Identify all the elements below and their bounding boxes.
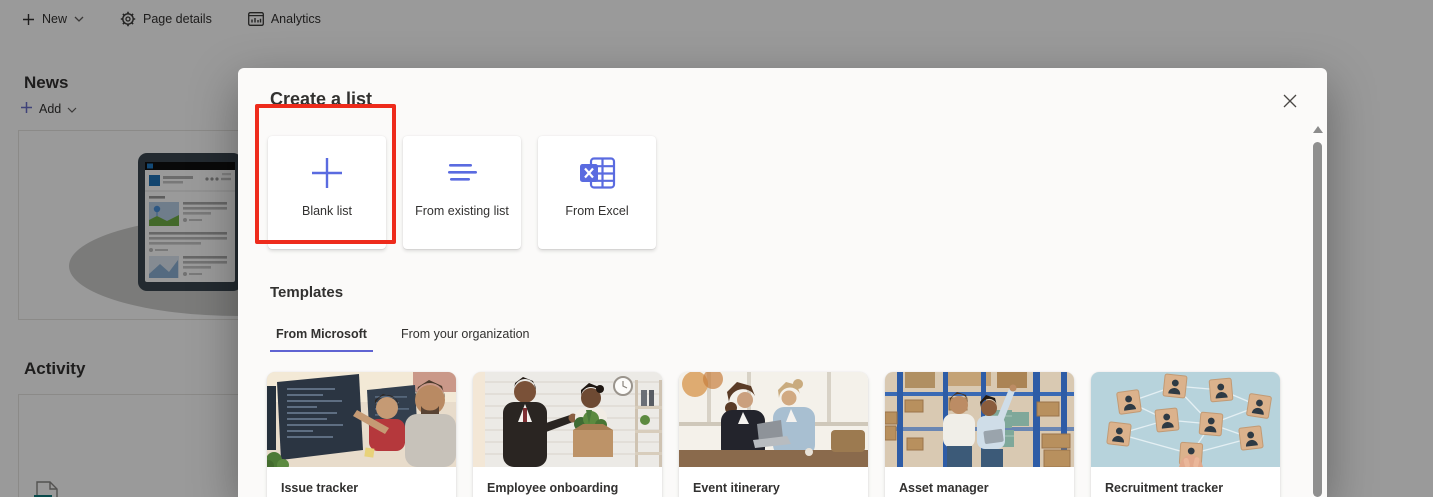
scrollbar-up-arrow-icon[interactable] (1313, 126, 1323, 133)
recruitment-tracker-photo (1091, 372, 1280, 467)
from-excel-label: From Excel (565, 204, 629, 218)
template-card-employee-onboarding[interactable]: Employee onboarding (473, 372, 662, 497)
template-card-asset-manager[interactable]: Asset manager (885, 372, 1074, 497)
templates-section-title: Templates (270, 284, 344, 301)
excel-table-icon (579, 154, 616, 192)
employee-onboarding-photo (473, 372, 662, 467)
scrollbar-thumb[interactable] (1313, 142, 1322, 497)
list-lines-icon (446, 154, 478, 192)
blank-list-label: Blank list (301, 204, 353, 218)
template-card-label: Employee onboarding (487, 481, 619, 495)
close-icon (1283, 94, 1297, 113)
template-cards-row: Issue tracker Employee onboarding Event … (267, 372, 1280, 497)
issue-tracker-photo (267, 372, 456, 467)
create-options-row: Blank list From existing list From Excel (268, 136, 656, 249)
blank-list-card[interactable]: Blank list (268, 136, 386, 249)
asset-manager-photo (885, 372, 1074, 467)
event-itinerary-photo (679, 372, 868, 467)
plus-icon (310, 154, 344, 192)
template-card-label: Asset manager (899, 481, 989, 495)
tab-from-microsoft[interactable]: From Microsoft (270, 322, 373, 352)
template-card-label: Event itinerary (693, 481, 780, 495)
close-button[interactable] (1281, 94, 1299, 112)
template-card-issue-tracker[interactable]: Issue tracker (267, 372, 456, 497)
dialog-title: Create a list (270, 89, 373, 109)
template-card-recruitment-tracker[interactable]: Recruitment tracker (1091, 372, 1280, 497)
templates-tabs: From Microsoft From your organization (270, 322, 536, 352)
tab-from-your-organization[interactable]: From your organization (395, 322, 536, 352)
from-existing-list-card[interactable]: From existing list (403, 136, 521, 249)
template-card-event-itinerary[interactable]: Event itinerary (679, 372, 868, 497)
from-existing-list-label: From existing list (415, 204, 509, 218)
dialog-scrollbar[interactable] (1312, 120, 1324, 497)
template-card-label: Recruitment tracker (1105, 481, 1224, 495)
from-excel-card[interactable]: From Excel (538, 136, 656, 249)
template-card-label: Issue tracker (281, 481, 359, 495)
create-list-dialog: Create a list Blank list From existing l… (238, 68, 1327, 497)
